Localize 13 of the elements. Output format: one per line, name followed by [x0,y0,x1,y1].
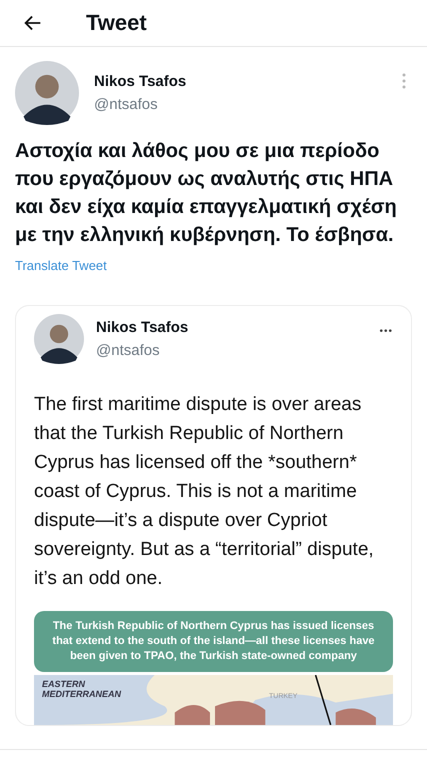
author-name: Nikos Tsafos [94,73,188,90]
avatar [34,314,84,364]
avatar [15,61,79,125]
author-handle: @ntsafos [96,342,161,359]
map-title: EASTERN MEDITERRANEAN [42,679,122,699]
infographic-banner: The Turkish Republic of Northern Cyprus has issued licenses that extend to the south of the island—all these licenses have been given to TPAO, the Turkish state-owned company [34,611,393,672]
more-options-button[interactable]: ••• [379,326,393,337]
author-name: Nikos Tsafos [96,319,190,336]
page-title: Tweet [86,10,147,36]
author-handle: @ntsafos [94,96,159,113]
quoted-tweet-text: The first maritime dispute is over areas that the Turkish Republic of Northern Cyprus has licensed off the *southern* coast of Cyprus. This is not a maritime dispute—it’s a dispute over Cypriot sovereignty. But as a “territorial” dispute, it’s an odd one. [34,393,375,591]
tweet-text: Αστοχία και λάθος μου σε μια περίοδο που εργαζόμουν ως αναλυτής στις ΗΠΑ και δεν είχα καμία επαγγελματική σχέση με την ελληνική κυβέρνηση. Το έσβησα. [15,139,398,248]
quoted-tweet-card[interactable] [15,305,412,726]
